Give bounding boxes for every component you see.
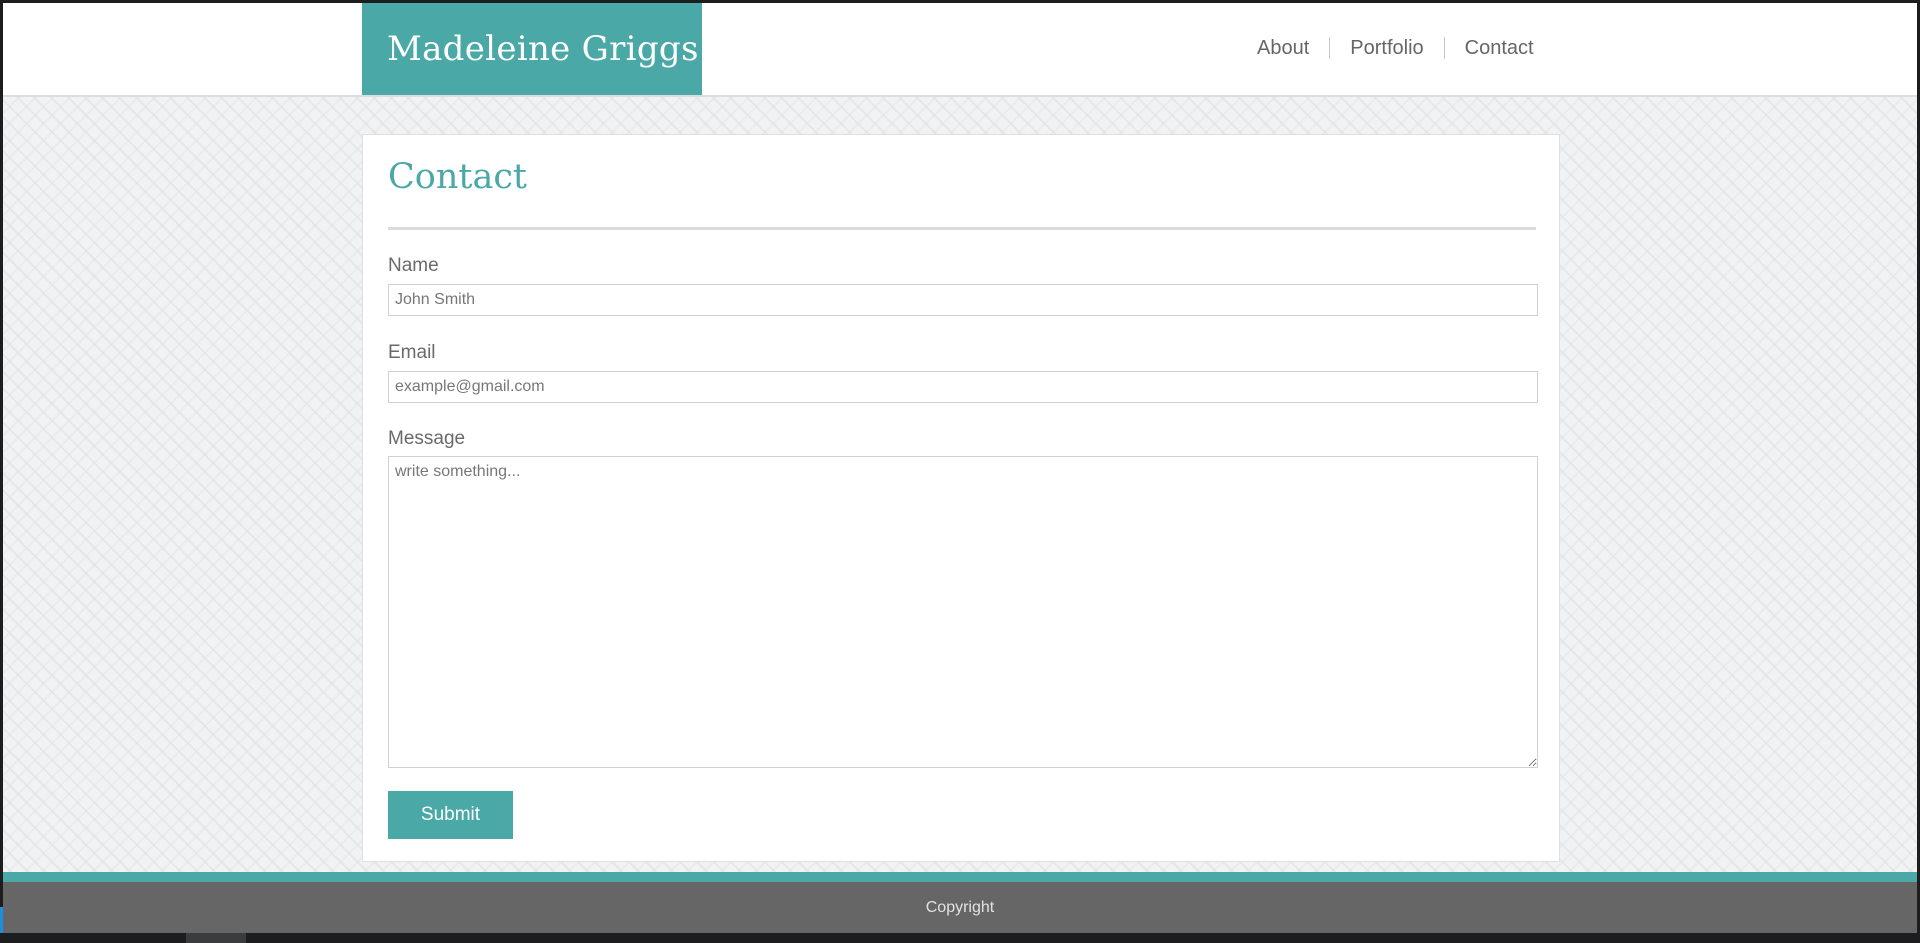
title-divider bbox=[388, 227, 1536, 230]
site-footer: Copyright bbox=[3, 882, 1917, 933]
nav-link-contact[interactable]: Contact bbox=[1445, 37, 1554, 60]
email-input[interactable] bbox=[388, 371, 1538, 403]
message-label: Message bbox=[388, 428, 466, 449]
taskbar-tab[interactable] bbox=[186, 933, 246, 943]
main-nav: About Portfolio Contact bbox=[1237, 33, 1554, 63]
nav-link-about[interactable]: About bbox=[1237, 37, 1329, 60]
footer-accent-bar bbox=[3, 872, 1917, 882]
site-header: Madeleine Griggs About Portfolio Contact bbox=[3, 3, 1917, 97]
site-title[interactable]: Madeleine Griggs bbox=[387, 29, 699, 69]
page-viewport: Madeleine Griggs About Portfolio Contact… bbox=[3, 3, 1917, 933]
contact-card: Contact Name Email Message Submit bbox=[362, 134, 1560, 862]
name-label: Name bbox=[388, 255, 439, 276]
nav-link-portfolio[interactable]: Portfolio bbox=[1330, 37, 1443, 60]
taskbar-accent bbox=[0, 907, 3, 933]
copyright-text: Copyright bbox=[925, 898, 995, 916]
message-textarea[interactable] bbox=[388, 456, 1538, 768]
email-label: Email bbox=[388, 342, 436, 363]
page-title: Contact bbox=[388, 157, 527, 197]
name-input[interactable] bbox=[388, 284, 1538, 316]
brand-block[interactable]: Madeleine Griggs bbox=[362, 3, 702, 95]
submit-button[interactable]: Submit bbox=[388, 791, 513, 839]
